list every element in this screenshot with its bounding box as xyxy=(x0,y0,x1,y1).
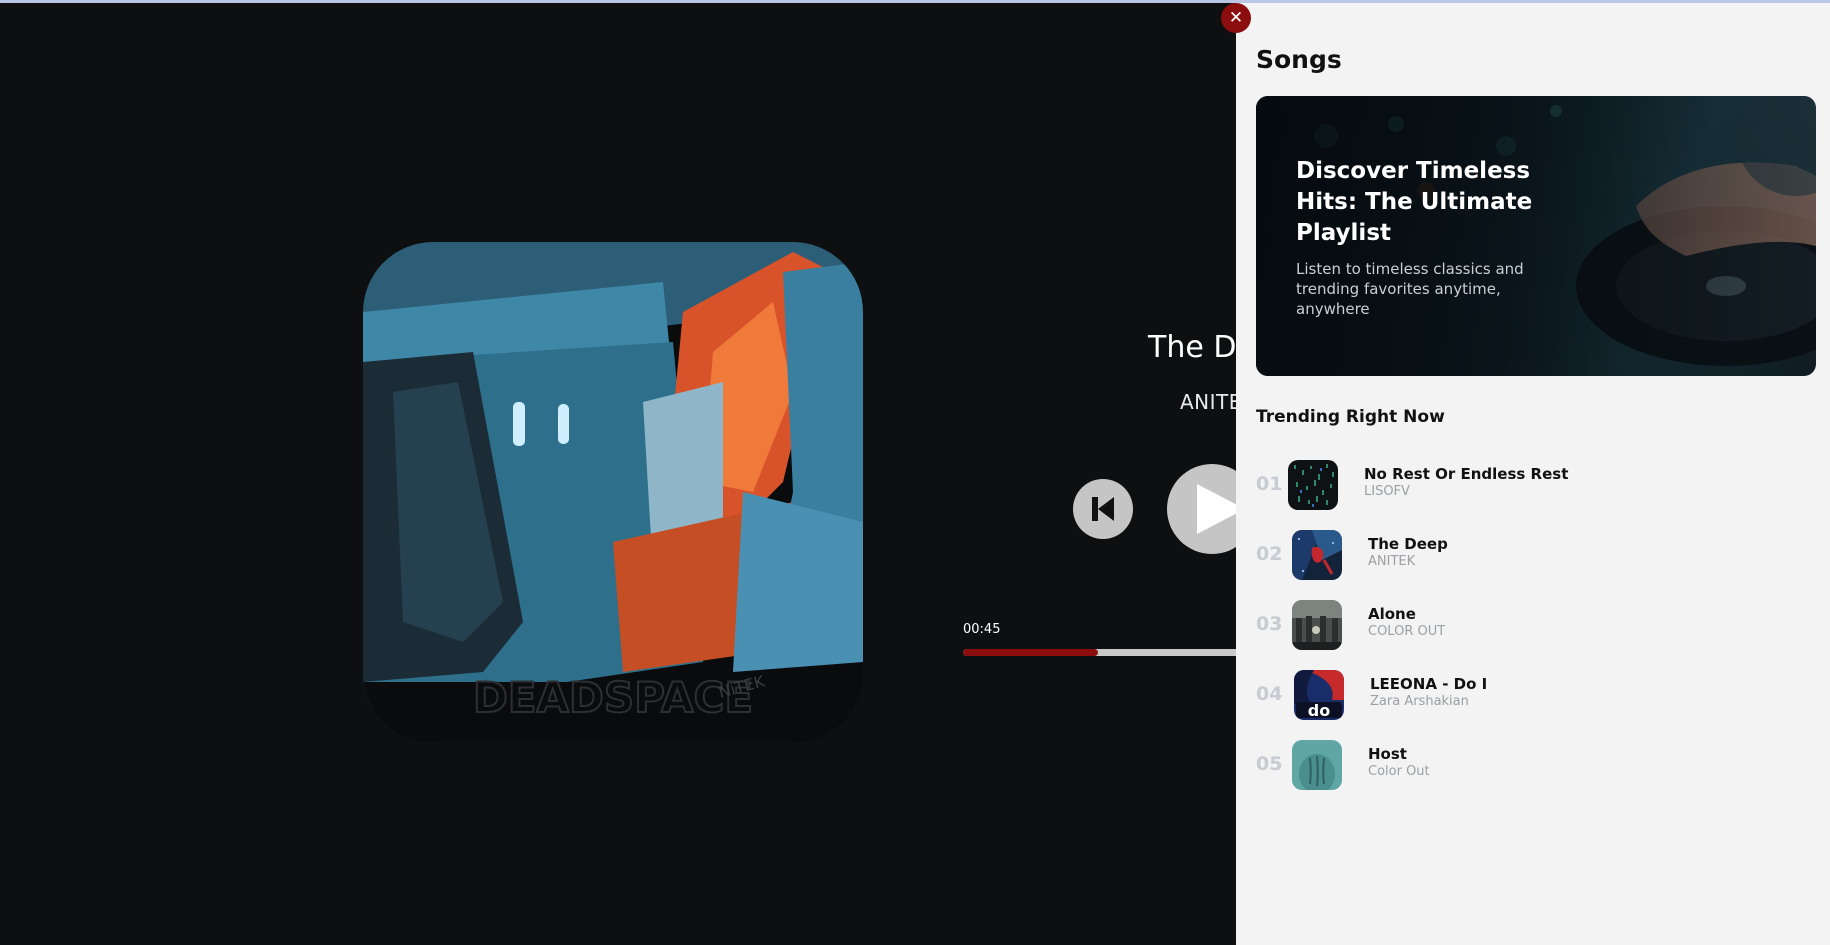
progress-fill xyxy=(963,649,1098,656)
song-thumbnail xyxy=(1292,740,1342,790)
song-artist: Zara Arshakian xyxy=(1370,694,1469,709)
song-artist: LISOFV xyxy=(1364,484,1410,499)
song-number: 03 xyxy=(1256,613,1283,635)
song-number: 02 xyxy=(1256,543,1283,565)
album-cover: DEADSPACE NiTEK xyxy=(363,242,863,742)
trending-heading: Trending Right Now xyxy=(1256,407,1445,427)
song-row-3[interactable]: 03 Alone COLOR OUT xyxy=(1256,597,1816,653)
song-row-1[interactable]: 01 No Rest Or Endless Rest LISOFV xyxy=(1256,457,1816,513)
song-number: 05 xyxy=(1256,753,1283,775)
song-thumbnail xyxy=(1288,460,1338,510)
song-row-5[interactable]: 05 Host Color Out xyxy=(1256,737,1816,793)
skip-previous-icon xyxy=(1092,497,1114,521)
song-number: 04 xyxy=(1256,683,1283,705)
song-title: LEEONA - Do I xyxy=(1370,675,1488,693)
songs-panel: Songs Discover Timeless Hits: The Ultima… xyxy=(1236,3,1830,945)
song-row-2[interactable]: 02 The Deep ANITEK xyxy=(1256,527,1816,583)
song-title: Host xyxy=(1368,745,1407,763)
song-artist: ANITEK xyxy=(1368,554,1416,569)
song-thumbnail: do xyxy=(1294,670,1344,720)
album-title-text: DEADSPACE xyxy=(473,673,753,722)
song-thumbnail xyxy=(1292,530,1342,580)
song-row-4[interactable]: 04 do LEEONA - Do I Zara Arshakian xyxy=(1256,667,1816,723)
song-artist: Color Out xyxy=(1368,764,1430,779)
song-artist: COLOR OUT xyxy=(1368,624,1446,639)
close-panel-button[interactable]: ✕ xyxy=(1221,3,1251,33)
panel-title: Songs xyxy=(1256,45,1342,74)
current-time: 00:45 xyxy=(963,622,1001,637)
promo-title: Discover Timeless Hits: The Ultimate Pla… xyxy=(1296,158,1533,246)
song-title: No Rest Or Endless Rest xyxy=(1364,465,1569,483)
song-title: Alone xyxy=(1368,605,1416,623)
song-title: The Deep xyxy=(1368,535,1448,553)
progress-bar[interactable] xyxy=(963,649,1263,656)
album-art: DEADSPACE NiTEK xyxy=(363,242,863,742)
promo-subtitle: Listen to timeless classics and trending… xyxy=(1296,260,1524,318)
song-number: 01 xyxy=(1256,473,1283,495)
previous-button[interactable] xyxy=(1073,479,1133,539)
svg-text:do: do xyxy=(1308,701,1330,720)
promo-banner[interactable]: Discover Timeless Hits: The Ultimate Pla… xyxy=(1256,96,1816,376)
song-thumbnail xyxy=(1292,600,1342,650)
